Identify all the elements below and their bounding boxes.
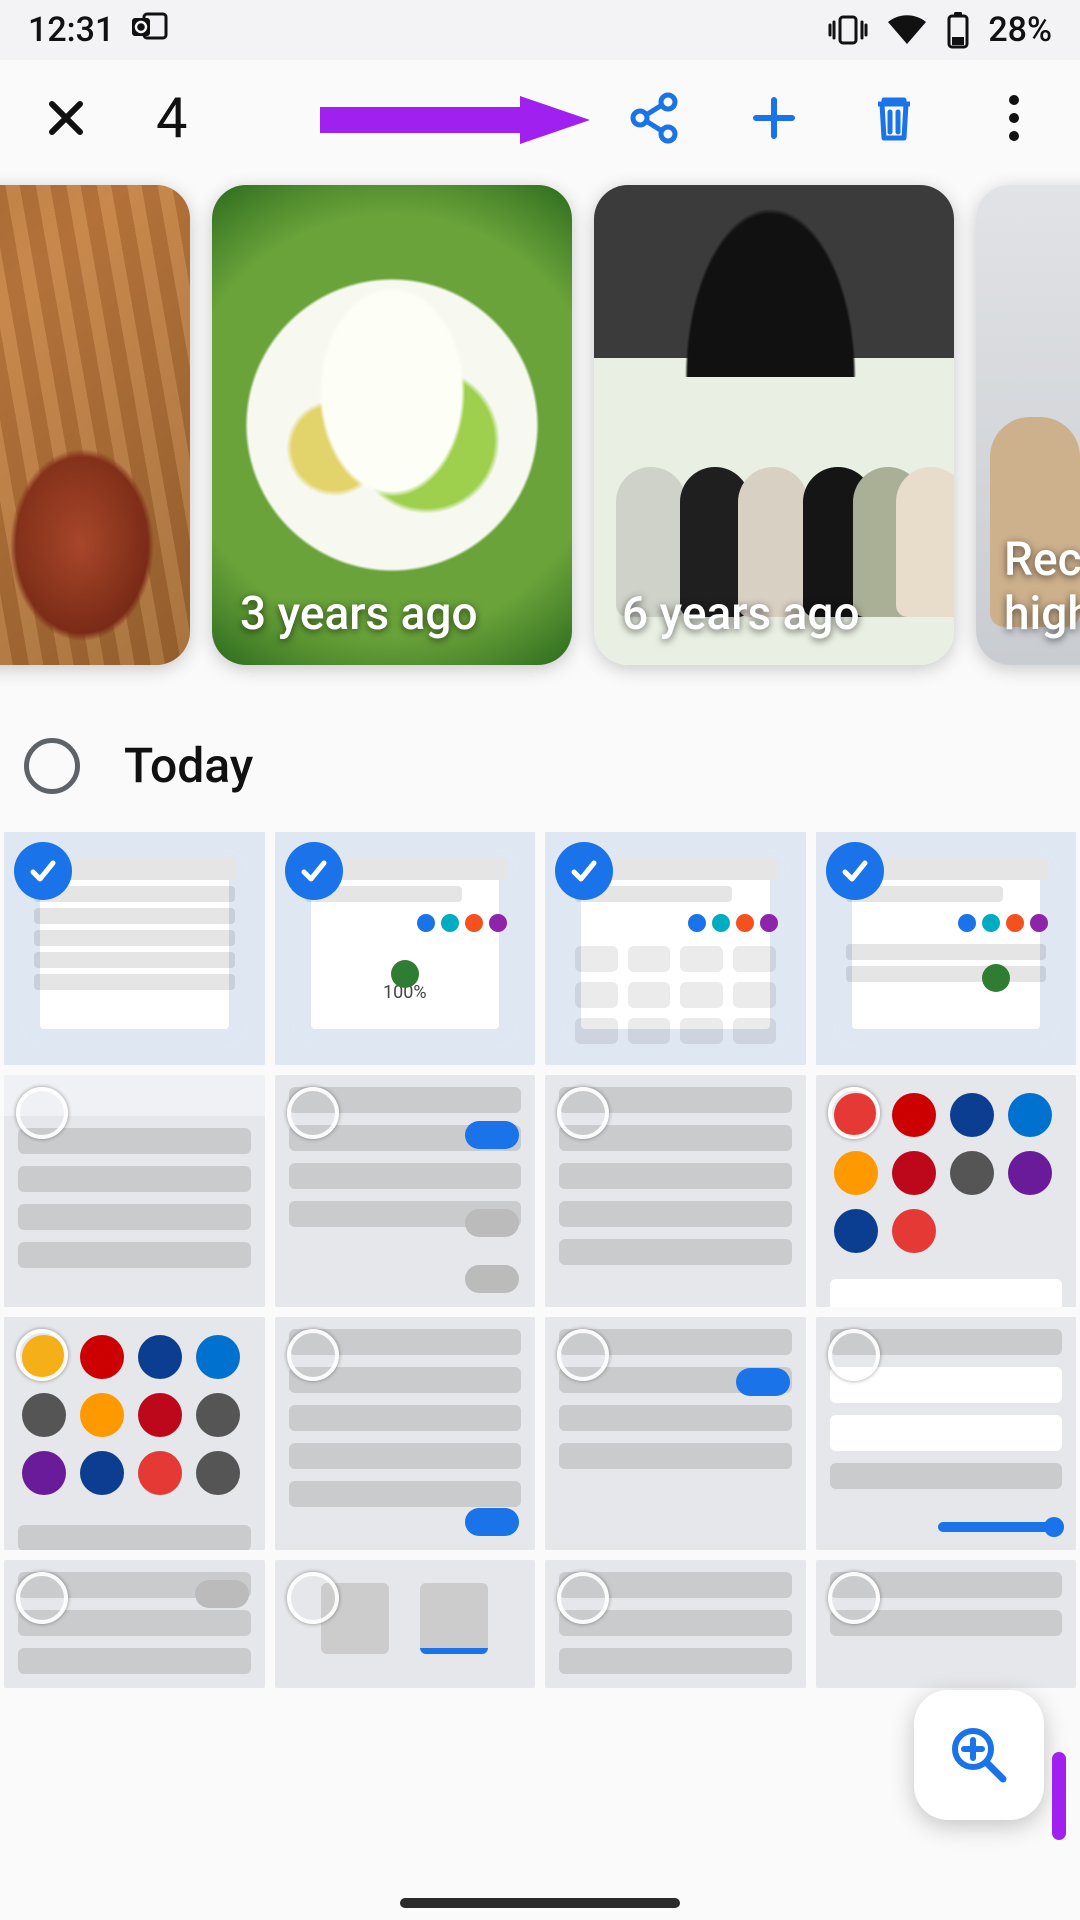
select-ring-icon (557, 1087, 609, 1139)
photo-thumb[interactable] (816, 1560, 1077, 1688)
memory-label: 6 years ago (622, 587, 860, 641)
photo-thumb[interactable] (816, 1075, 1077, 1308)
memory-card[interactable]: 3 years ago (212, 185, 572, 665)
zoom-in-icon (947, 1723, 1011, 1787)
select-ring-icon (287, 1087, 339, 1139)
select-ring-icon (557, 1329, 609, 1381)
select-ring-icon (828, 1572, 880, 1624)
memory-label: 3 years ago (240, 587, 478, 641)
outlook-icon (132, 10, 168, 51)
wifi-icon (886, 14, 928, 46)
select-ring-icon (828, 1087, 880, 1139)
overflow-menu-button[interactable] (980, 84, 1048, 152)
photo-thumb[interactable] (275, 1075, 536, 1308)
memory-card[interactable]: go (0, 185, 190, 665)
photo-thumb[interactable]: 100% (275, 832, 536, 1065)
memory-label: Rece highl (1004, 533, 1080, 641)
photo-thumb[interactable] (4, 1560, 265, 1688)
select-ring-icon (828, 1329, 880, 1381)
status-battery-pct: 28% (988, 10, 1052, 50)
photo-grid: 100% (0, 832, 1080, 1688)
photo-thumb[interactable] (816, 832, 1077, 1065)
selected-check-icon (555, 842, 613, 900)
select-ring-icon (287, 1572, 339, 1624)
select-ring-icon (16, 1087, 68, 1139)
memory-card[interactable]: Rece highl (976, 185, 1080, 665)
select-ring-icon (287, 1329, 339, 1381)
selection-count: 4 (156, 85, 187, 151)
select-all-day-toggle[interactable] (24, 738, 80, 794)
photo-thumb[interactable] (4, 1075, 265, 1308)
vibrate-icon (828, 13, 868, 47)
zoom-fab[interactable] (914, 1690, 1044, 1820)
photo-thumb[interactable] (816, 1317, 1077, 1550)
selected-check-icon (285, 842, 343, 900)
status-time: 12:31 (28, 10, 114, 50)
selection-action-bar: 4 (0, 60, 1080, 175)
select-ring-icon (16, 1572, 68, 1624)
select-ring-icon (557, 1572, 609, 1624)
date-section-header: Today (0, 675, 1080, 832)
annotation-accent-bar (1052, 1752, 1066, 1840)
delete-button[interactable] (860, 84, 928, 152)
status-bar: 12:31 28% (0, 0, 1080, 60)
select-ring-icon (16, 1329, 68, 1381)
selected-check-icon (826, 842, 884, 900)
selected-check-icon (14, 842, 72, 900)
add-to-button[interactable] (740, 84, 808, 152)
photo-thumb[interactable] (4, 1317, 265, 1550)
photo-thumb[interactable] (545, 1560, 806, 1688)
share-button[interactable] (620, 84, 688, 152)
photo-thumb[interactable] (545, 832, 806, 1065)
memory-card[interactable]: 6 years ago (594, 185, 954, 665)
photo-thumb[interactable] (545, 1075, 806, 1308)
photo-thumb[interactable] (275, 1560, 536, 1688)
close-button[interactable] (32, 84, 100, 152)
memories-carousel[interactable]: go 3 years ago 6 years ago Rece highl (0, 175, 1080, 675)
photo-thumb[interactable] (545, 1317, 806, 1550)
photo-thumb[interactable] (275, 1317, 536, 1550)
photo-thumb[interactable] (4, 832, 265, 1065)
date-section-title: Today (124, 737, 253, 794)
battery-icon (946, 11, 970, 49)
gesture-nav-handle (400, 1898, 680, 1908)
